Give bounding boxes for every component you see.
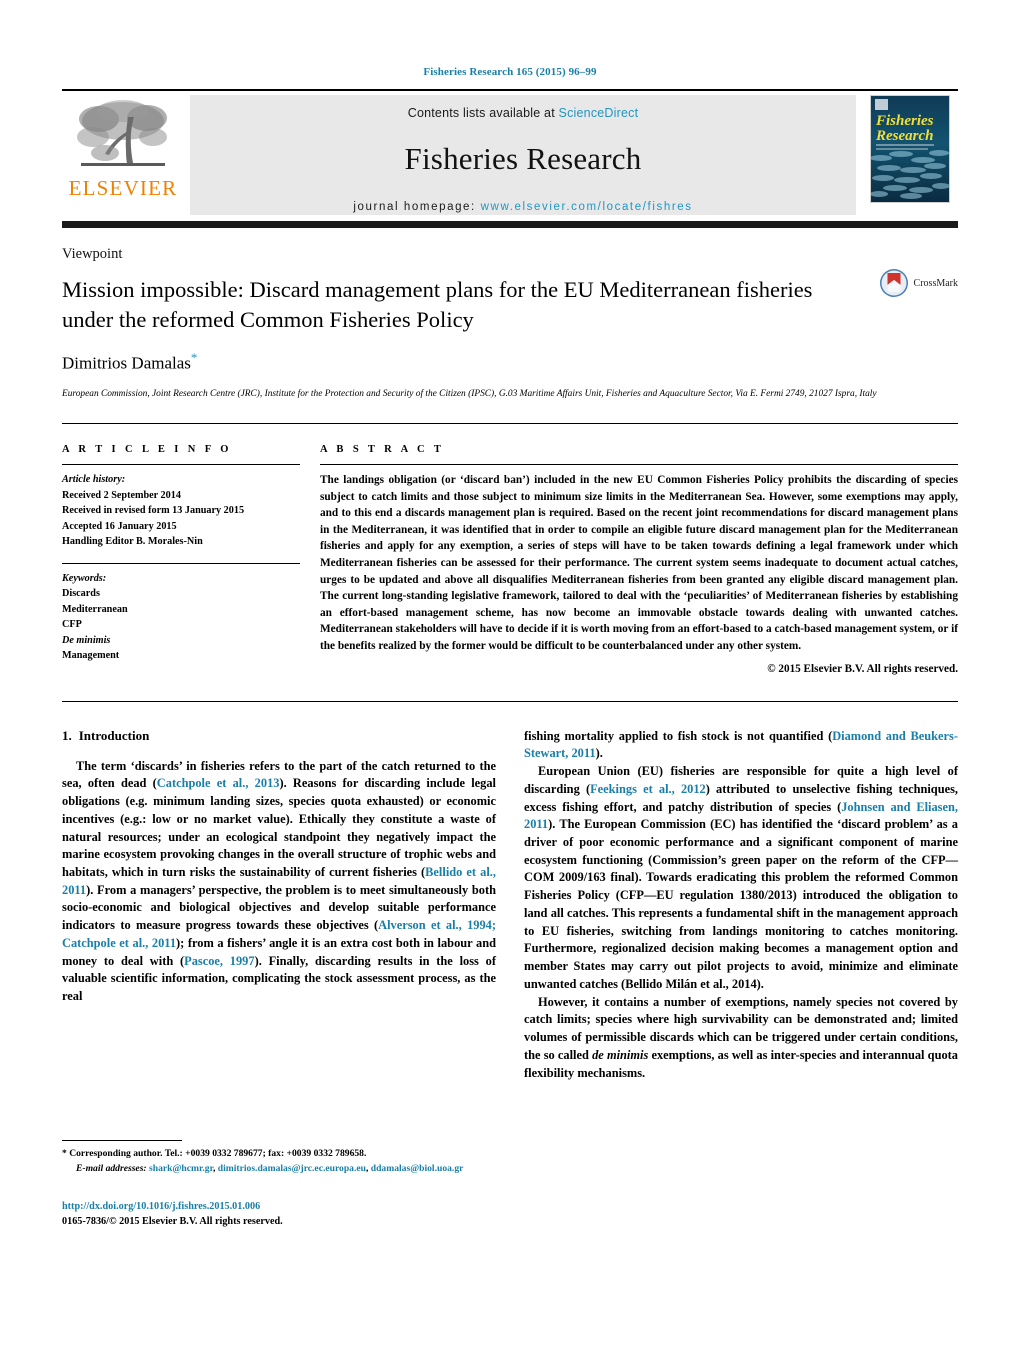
journal-homepage-line: journal homepage: www.elsevier.com/locat… <box>353 201 692 213</box>
corresponding-author-text: * Corresponding author. Tel.: +0039 0332… <box>62 1148 367 1159</box>
journal-masthead: ELSEVIER Contents lists available at Sci… <box>62 89 958 217</box>
article-info-heading: A R T I C L E I N F O <box>62 444 232 456</box>
abstract-copyright: © 2015 Elsevier B.V. All rights reserved… <box>767 662 958 675</box>
keywords-label: Keywords: <box>62 572 107 584</box>
corresponding-author-note: * Corresponding author. Tel.: +0039 0332… <box>62 1148 464 1175</box>
author-name: Dimitrios Damalas* <box>62 350 958 374</box>
text-run: fishing mortality applied to fish stock … <box>524 728 833 743</box>
email-link[interactable]: ddamalas@biol.uoa.gr <box>371 1163 464 1174</box>
article-history-label: Article history: <box>62 474 126 486</box>
running-head: Fisheries Research 165 (2015) 96–99 <box>423 66 597 78</box>
citation-link[interactable]: Feekings et al., 2012 <box>590 782 706 796</box>
author-affiliation: European Commission, Joint Research Cent… <box>62 388 877 399</box>
contents-prefix: Contents lists available at <box>407 106 559 120</box>
svg-text:Research: Research <box>875 128 934 144</box>
elsevier-tree-icon <box>77 100 167 166</box>
body-column-left: 1. Introduction The term ‘discards’ in fi… <box>62 728 496 1083</box>
history-item: Received in revised form 13 January 2015 <box>62 505 245 517</box>
section-heading: 1. Introduction <box>62 728 496 744</box>
crossmark-icon <box>879 269 908 297</box>
latin-term: de minimis <box>592 1047 649 1062</box>
journal-cover-block: Fisheries Research <box>862 91 958 217</box>
paragraph: The term ‘discards’ in fisheries refers … <box>62 758 496 1006</box>
page-title: Mission impossible: Discard management p… <box>62 277 813 332</box>
keywords-separator-rule <box>62 562 300 564</box>
crossmark-badge[interactable]: CrossMark <box>879 268 958 298</box>
elsevier-logo: ELSEVIER <box>62 91 184 217</box>
paragraph: fishing mortality applied to fish stock … <box>524 728 958 763</box>
contents-available-line: Contents lists available at ScienceDirec… <box>408 106 639 120</box>
journal-homepage-link[interactable]: www.elsevier.com/locate/fishres <box>481 201 693 213</box>
keyword-item: De minimis <box>62 634 111 646</box>
sciencedirect-link[interactable]: ScienceDirect <box>559 106 639 120</box>
body-top-rule <box>62 700 958 702</box>
issn-copyright-line: 0165-7836/© 2015 Elsevier B.V. All right… <box>62 1215 283 1227</box>
keyword-item: Management <box>62 650 120 662</box>
article-history-block: Article history: Received 2 September 20… <box>62 472 300 550</box>
keyword-item: Mediterranean <box>62 603 128 615</box>
citation-link[interactable]: Pascoe, 1997 <box>184 954 254 968</box>
body-column-right: fishing mortality applied to fish stock … <box>524 728 958 1083</box>
keyword-item: CFP <box>62 619 82 631</box>
journal-cover-thumbnail: Fisheries Research <box>870 95 950 203</box>
cover-artwork-icon: Fisheries Research <box>871 96 949 202</box>
abstract-heading: A B S T R A C T <box>320 444 445 456</box>
elsevier-wordmark: ELSEVIER <box>68 176 178 200</box>
body-columns: 1. Introduction The term ‘discards’ in fi… <box>62 728 958 1083</box>
masthead-black-bar <box>62 221 958 228</box>
info-abstract-section: A R T I C L E I N F O Article history: R… <box>62 424 958 675</box>
keyword-item: Discards <box>62 588 100 600</box>
email-link[interactable]: dimitrios.damalas@jrc.ec.europa.eu <box>218 1163 366 1174</box>
corresponding-author-marker: * <box>190 349 198 365</box>
history-item: Handling Editor B. Morales-Nin <box>62 536 203 548</box>
author-label: Dimitrios Damalas <box>62 353 191 373</box>
history-item: Accepted 16 January 2015 <box>62 520 177 532</box>
crossmark-label: CrossMark <box>913 277 958 289</box>
article-doctype: Viewpoint <box>62 246 123 262</box>
doi-link[interactable]: http://dx.doi.org/10.1016/j.fishres.2015… <box>62 1199 496 1214</box>
section-number: 1. <box>62 727 72 743</box>
footnote-rule <box>62 1140 182 1141</box>
text-run: ). <box>595 746 603 761</box>
history-item: Received 2 September 2014 <box>62 489 181 501</box>
journal-title: Fisheries Research <box>404 141 642 176</box>
abstract-column: A B S T R A C T The landings obligation … <box>320 444 958 675</box>
article-page: Fisheries Research 165 (2015) 96–99 ELSE… <box>0 0 1020 1351</box>
homepage-prefix: journal homepage: <box>353 201 481 213</box>
paragraph: However, it contains a number of exempti… <box>524 994 958 1083</box>
email-link[interactable]: shark@hcmr.gr <box>149 1163 213 1174</box>
section-title: Introduction <box>78 727 150 743</box>
paragraph: European Union (EU) fisheries are respon… <box>524 763 958 994</box>
keywords-block: Keywords: Discards Mediterranean CFP De … <box>62 571 300 664</box>
footnote-block: * Corresponding author. Tel.: +0039 0332… <box>62 1140 496 1229</box>
article-info-column: A R T I C L E I N F O Article history: R… <box>62 444 320 675</box>
doi-block: http://dx.doi.org/10.1016/j.fishres.2015… <box>62 1199 496 1230</box>
masthead-center: Contents lists available at ScienceDirec… <box>190 95 856 215</box>
abstract-text: The landings obligation (or ‘discard ban… <box>320 474 958 653</box>
title-block: Viewpoint Mission impossible: Discard ma… <box>62 246 958 401</box>
text-run: ). The European Commission (EC) has iden… <box>524 817 958 991</box>
svg-text:Fisheries: Fisheries <box>875 113 934 129</box>
citation-link[interactable]: Catchpole et al., 2013 <box>157 776 280 790</box>
abstract-rule <box>320 464 958 466</box>
email-addresses-label: E-mail addresses: <box>76 1163 147 1175</box>
article-info-rule <box>62 464 300 466</box>
text-run: ). Reasons for discarding include legal … <box>62 776 496 880</box>
